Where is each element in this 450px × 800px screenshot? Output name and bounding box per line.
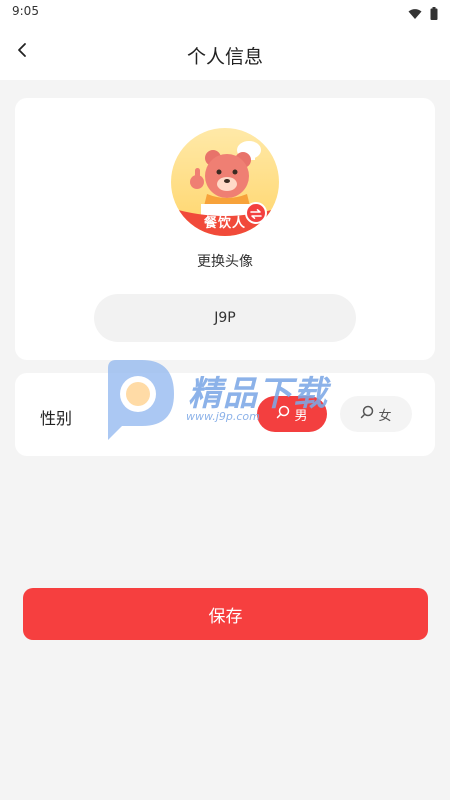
male-icon — [276, 405, 290, 423]
gender-card: 性别 男 女 — [15, 373, 435, 456]
change-avatar-link[interactable]: 更换头像 — [15, 251, 435, 271]
gender-male-label: 男 — [294, 408, 308, 424]
status-bar: 9:05 — [0, 0, 450, 24]
nickname-input[interactable] — [94, 294, 356, 342]
status-time: 9:05 — [12, 4, 39, 18]
save-button[interactable]: 保存 — [23, 588, 428, 640]
page-title: 个人信息 — [186, 46, 263, 68]
battery-icon — [430, 5, 438, 24]
nav-bar: 个人信息 — [0, 24, 450, 80]
gender-female-label: 女 — [378, 408, 392, 424]
swap-badge — [245, 202, 267, 224]
gender-male-button[interactable]: 男 — [257, 396, 327, 432]
status-icons — [408, 5, 438, 24]
avatar-card: 餐饮人 更换头像 — [15, 98, 435, 360]
wifi-icon — [408, 5, 422, 24]
female-icon — [360, 405, 374, 423]
gender-label: 性别 — [40, 409, 73, 428]
swap-icon — [250, 204, 262, 223]
avatar-button[interactable]: 餐饮人 — [171, 128, 279, 236]
gender-female-button[interactable]: 女 — [340, 396, 412, 432]
